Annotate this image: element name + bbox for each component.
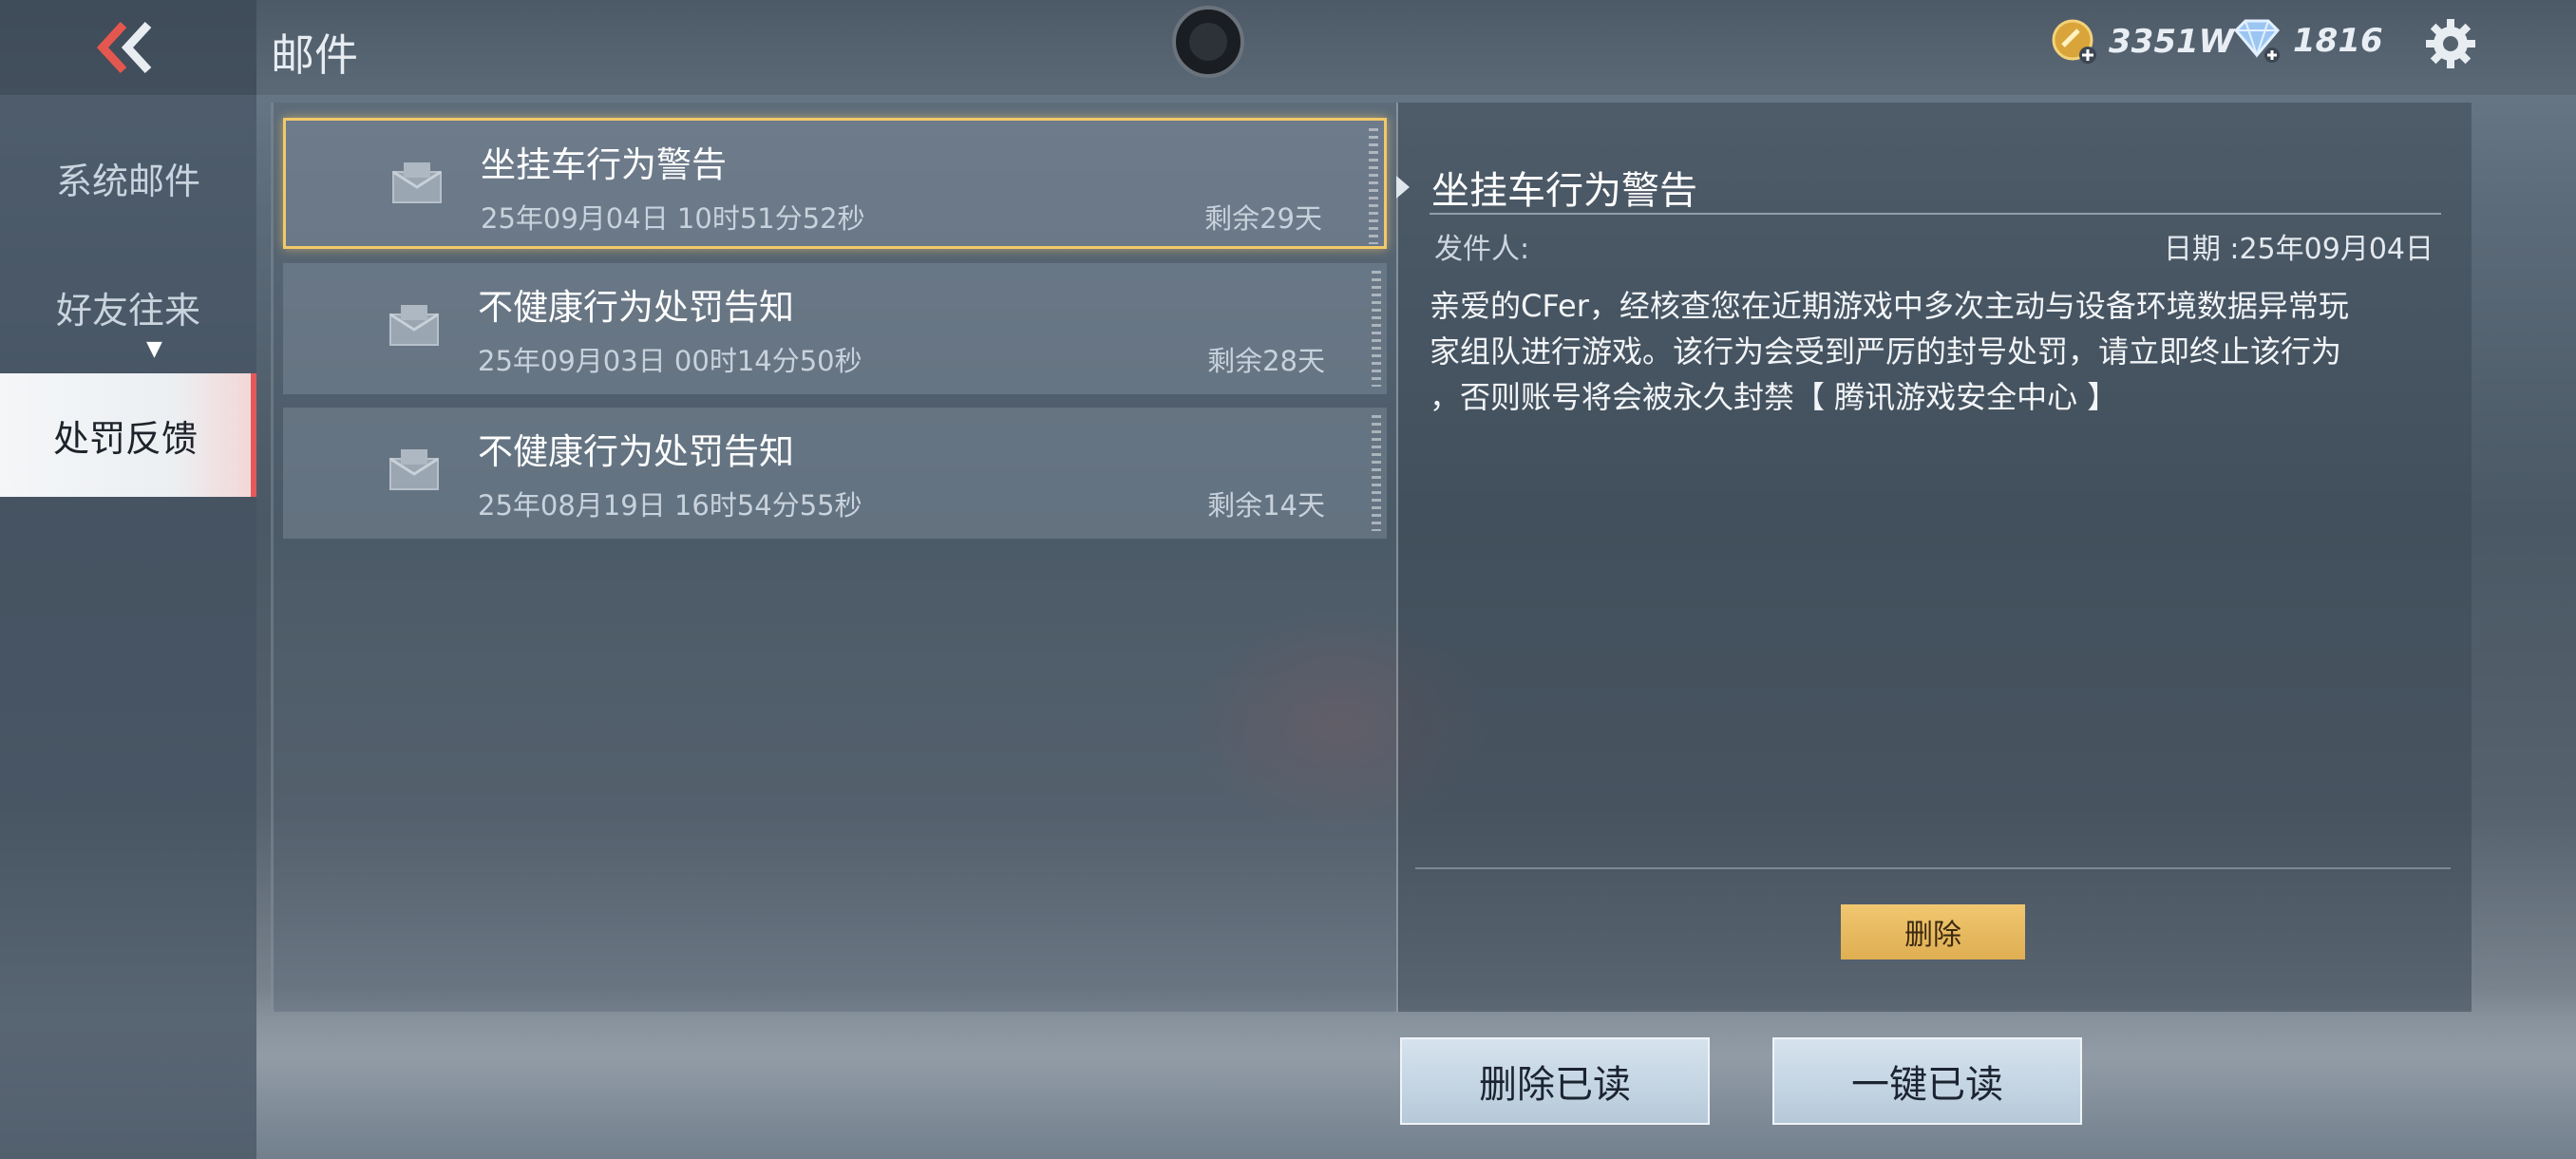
gold-amount: 3351W — [2109, 23, 2235, 61]
mark-all-read-button[interactable]: 一键已读 — [1772, 1037, 2082, 1125]
envelope-icon — [392, 162, 442, 203]
diamond-amount: 1816 — [2293, 22, 2383, 60]
divider — [1369, 128, 1378, 244]
divider — [1415, 867, 2451, 869]
top-bar: 邮件 3351W 1816 — [0, 0, 2576, 95]
diamond-currency[interactable]: 1816 — [2230, 17, 2383, 65]
sidebar-item-penalty-feedback[interactable]: 处罚反馈 — [0, 373, 256, 497]
mail-title: 不健康行为处罚告知 — [478, 287, 794, 328]
delete-button[interactable]: 删除 — [1841, 904, 2025, 960]
diamond-add-icon — [2233, 19, 2281, 63]
gold-currency[interactable]: 3351W — [2050, 17, 2234, 66]
mail-list-item[interactable]: 坐挂车行为警告 25年09月04日 10时51分52秒 剩余29天 — [283, 118, 1387, 249]
mail-title: 不健康行为处罚告知 — [478, 431, 794, 472]
mail-list-item[interactable]: 不健康行为处罚告知 25年09月03日 00时14分50秒 剩余28天 — [283, 263, 1387, 394]
body-line: ，否则账号将会被永久封禁【 腾讯游戏安全中心 】 — [1430, 379, 2118, 415]
mail-remaining: 剩余28天 — [1207, 345, 1325, 377]
sidebar-item-label: 好友往来 — [55, 289, 200, 332]
date-label: 日期 :25年09月04日 — [2163, 233, 2434, 266]
sender-label: 发件人: — [1434, 233, 1530, 266]
sidebar-item-label: 系统邮件 — [55, 160, 200, 202]
mail-remaining: 剩余14天 — [1207, 489, 1325, 522]
divider — [1372, 415, 1381, 531]
camera-cutout — [1172, 6, 1244, 78]
mail-time: 25年09月04日 10时51分52秒 — [481, 202, 865, 235]
envelope-icon — [389, 449, 439, 490]
mail-time: 25年09月03日 00时14分50秒 — [478, 345, 862, 377]
caret-down-icon: ▼ — [146, 337, 162, 361]
sidebar-item-system-mail[interactable]: 系统邮件 — [0, 116, 256, 239]
back-chevron-icon — [96, 21, 152, 74]
detail-title: 坐挂车行为警告 — [1431, 169, 1697, 213]
sidebar-item-friends[interactable]: 好友往来 — [0, 245, 256, 369]
body-line: 家组队进行游戏。该行为会受到严厉的封号处罚，请立即终止该行为 — [1430, 333, 2342, 370]
divider — [1430, 213, 2441, 215]
divider — [1372, 271, 1381, 387]
gold-coin-add-icon — [2052, 19, 2096, 64]
page-title: 邮件 — [271, 29, 358, 81]
back-button[interactable] — [0, 0, 256, 95]
delete-read-button[interactable]: 删除已读 — [1400, 1037, 1710, 1125]
mail-title: 坐挂车行为警告 — [481, 144, 727, 185]
mail-remaining: 剩余29天 — [1204, 202, 1322, 235]
gear-icon[interactable] — [2422, 15, 2479, 72]
selection-pointer-icon — [1396, 176, 1410, 199]
sidebar-item-label: 处罚反馈 — [52, 417, 198, 460]
mail-list-item[interactable]: 不健康行为处罚告知 25年08月19日 16时54分55秒 剩余14天 — [283, 408, 1387, 539]
detail-body: 亲爱的CFer，经核查您在近期游戏中多次主动与设备环境数据异常玩 家组队进行游戏… — [1430, 283, 2436, 420]
envelope-icon — [389, 305, 439, 346]
body-line: 亲爱的CFer，经核查您在近期游戏中多次主动与设备环境数据异常玩 — [1430, 288, 2349, 324]
mail-time: 25年08月19日 16时54分55秒 — [478, 489, 862, 522]
